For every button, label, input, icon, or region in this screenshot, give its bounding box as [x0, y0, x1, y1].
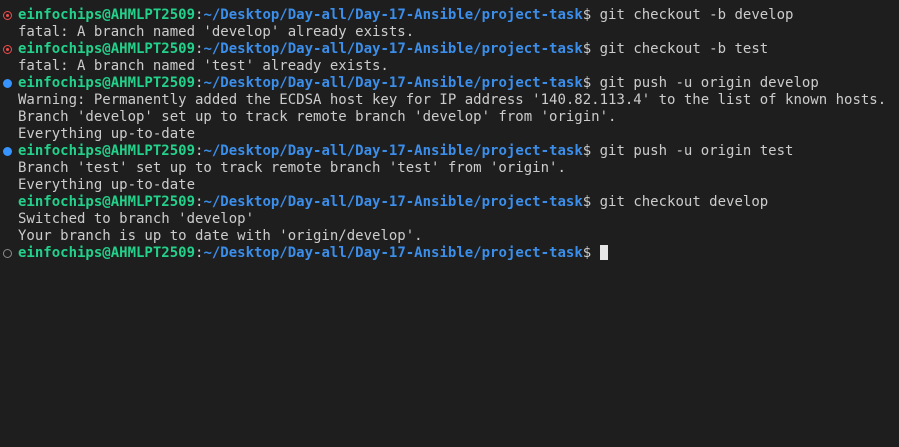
command-text: git push -u origin develop [599, 75, 819, 91]
prompt-symbol: $ [582, 143, 600, 159]
terminal-cursor[interactable] [599, 245, 608, 260]
prompt-symbol: $ [582, 194, 600, 210]
success-decoration-icon[interactable] [3, 147, 12, 156]
prompt-user-host: einfochips@AHMLPT2509 [18, 75, 196, 91]
output-line: Your branch is up to date with 'origin/d… [18, 228, 423, 244]
error-decoration-icon[interactable] [3, 45, 12, 54]
prompt-cwd: ~/Desktop/Day-all/Day-17-Ansible/project… [203, 41, 583, 57]
command-text: git checkout develop [599, 194, 769, 210]
prompt-line: einfochips@AHMLPT2509:~/Desktop/Day-all/… [0, 41, 899, 58]
prompt-cwd: ~/Desktop/Day-all/Day-17-Ansible/project… [203, 143, 583, 159]
terminal-panel[interactable]: einfochips@AHMLPT2509:~/Desktop/Day-all/… [0, 0, 899, 447]
prompt-symbol: $ [582, 245, 600, 261]
command-text: git push -u origin test [599, 143, 794, 159]
prompt-user-host: einfochips@AHMLPT2509 [18, 245, 196, 261]
prompt-user-host: einfochips@AHMLPT2509 [18, 41, 196, 57]
prompt-line: einfochips@AHMLPT2509:~/Desktop/Day-all/… [0, 194, 899, 211]
command-text: git checkout -b test [599, 41, 769, 57]
prompt-line: einfochips@AHMLPT2509:~/Desktop/Day-all/… [0, 7, 899, 24]
output-line: Everything up-to-date [18, 177, 196, 193]
error-decoration-icon[interactable] [3, 11, 12, 20]
prompt-symbol: $ [582, 7, 600, 23]
output-line: fatal: A branch named 'test' already exi… [18, 58, 389, 74]
output-line: Branch 'develop' set up to track remote … [18, 109, 617, 125]
default-decoration-icon[interactable] [3, 249, 12, 258]
prompt-cwd: ~/Desktop/Day-all/Day-17-Ansible/project… [203, 75, 583, 91]
output-line: Branch 'test' set up to track remote bra… [18, 160, 566, 176]
prompt-user-host: einfochips@AHMLPT2509 [18, 143, 196, 159]
prompt-user-host: einfochips@AHMLPT2509 [18, 194, 196, 210]
prompt-symbol: $ [582, 41, 600, 57]
prompt-user-host: einfochips@AHMLPT2509 [18, 7, 196, 23]
success-decoration-icon[interactable] [3, 79, 12, 88]
prompt-cwd: ~/Desktop/Day-all/Day-17-Ansible/project… [203, 245, 583, 261]
output-line: Warning: Permanently added the ECDSA hos… [18, 92, 887, 108]
prompt-symbol: $ [582, 75, 600, 91]
output-line: Everything up-to-date [18, 126, 196, 142]
prompt-line: einfochips@AHMLPT2509:~/Desktop/Day-all/… [0, 245, 899, 262]
prompt-cwd: ~/Desktop/Day-all/Day-17-Ansible/project… [203, 7, 583, 23]
output-line: Switched to branch 'develop' [18, 211, 255, 227]
command-text: git checkout -b develop [599, 7, 794, 23]
prompt-cwd: ~/Desktop/Day-all/Day-17-Ansible/project… [203, 194, 583, 210]
prompt-line: einfochips@AHMLPT2509:~/Desktop/Day-all/… [0, 75, 899, 92]
prompt-line: einfochips@AHMLPT2509:~/Desktop/Day-all/… [0, 143, 899, 160]
output-line: fatal: A branch named 'develop' already … [18, 24, 415, 40]
terminal-output[interactable]: einfochips@AHMLPT2509:~/Desktop/Day-all/… [0, 7, 899, 262]
